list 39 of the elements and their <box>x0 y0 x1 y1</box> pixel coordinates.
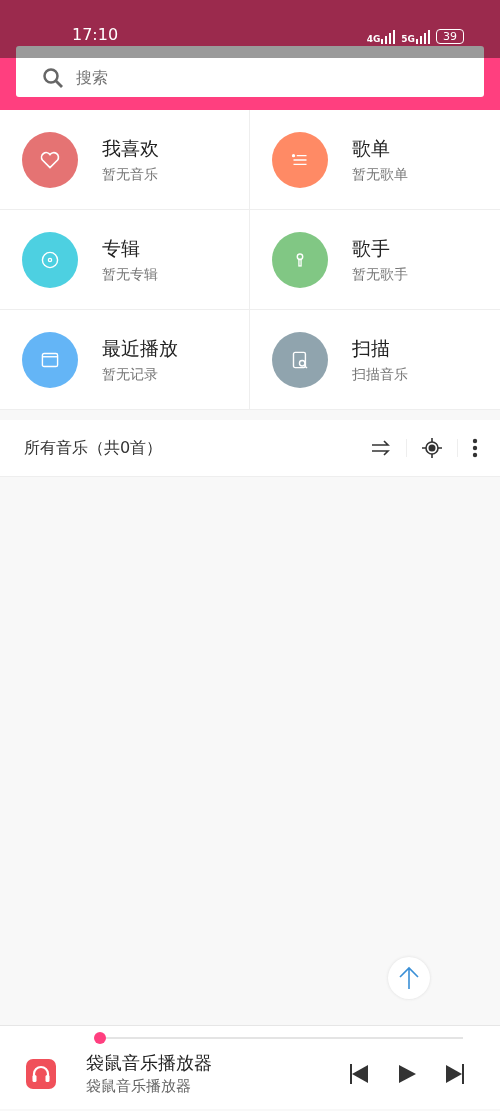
previous-icon[interactable] <box>350 1063 368 1084</box>
category-item[interactable]: 最近播放 暂无记录 <box>0 310 250 410</box>
song-artist: 袋鼠音乐播放器 <box>86 1077 192 1096</box>
category-title: 最近播放 <box>102 335 178 361</box>
category-title: 扫描 <box>352 335 391 361</box>
locate-icon[interactable] <box>421 437 443 459</box>
category-title: 歌手 <box>352 235 391 261</box>
search-bar[interactable]: 搜索 <box>16 46 484 97</box>
search-icon <box>42 66 64 89</box>
search-field[interactable]: 搜索 <box>74 67 474 88</box>
next-icon[interactable] <box>446 1063 464 1084</box>
scroll-top-button[interactable] <box>388 957 430 999</box>
category-subtitle: 暂无歌手 <box>352 265 408 284</box>
status-time: 17:10 <box>72 25 119 44</box>
category-subtitle: 扫描音乐 <box>352 365 408 384</box>
category-item[interactable]: 歌手 暂无歌手 <box>250 210 500 310</box>
category-item[interactable]: 专辑 暂无专辑 <box>0 210 250 310</box>
category-title: 专辑 <box>102 235 141 261</box>
all-music-title: 所有音乐（共0首） <box>24 437 164 459</box>
category-subtitle: 暂无音乐 <box>102 165 159 184</box>
category-title: 我喜欢 <box>102 135 159 161</box>
signal-icon <box>416 29 430 44</box>
network-label: 4G <box>366 33 381 44</box>
arrow-up-icon <box>398 966 420 990</box>
category-item[interactable]: 歌单 暂无歌单 <box>250 110 500 210</box>
network-label: 5G <box>401 33 415 44</box>
song-title: 袋鼠音乐播放器 <box>86 1051 213 1075</box>
category-title: 歌单 <box>352 135 391 161</box>
category-subtitle: 暂无记录 <box>102 365 159 384</box>
category-item[interactable]: 我喜欢 暂无音乐 <box>0 110 250 210</box>
category-subtitle: 暂无专辑 <box>102 265 158 284</box>
more-icon[interactable] <box>472 438 478 458</box>
signal-icon <box>381 29 396 44</box>
category-subtitle: 暂无歌单 <box>352 165 408 184</box>
shuffle-icon[interactable] <box>370 440 392 456</box>
play-icon[interactable] <box>398 1063 416 1084</box>
category-item[interactable]: 扫描 扫描音乐 <box>250 310 500 410</box>
battery-level: 39 <box>436 29 464 44</box>
headphones-icon <box>26 1058 56 1089</box>
